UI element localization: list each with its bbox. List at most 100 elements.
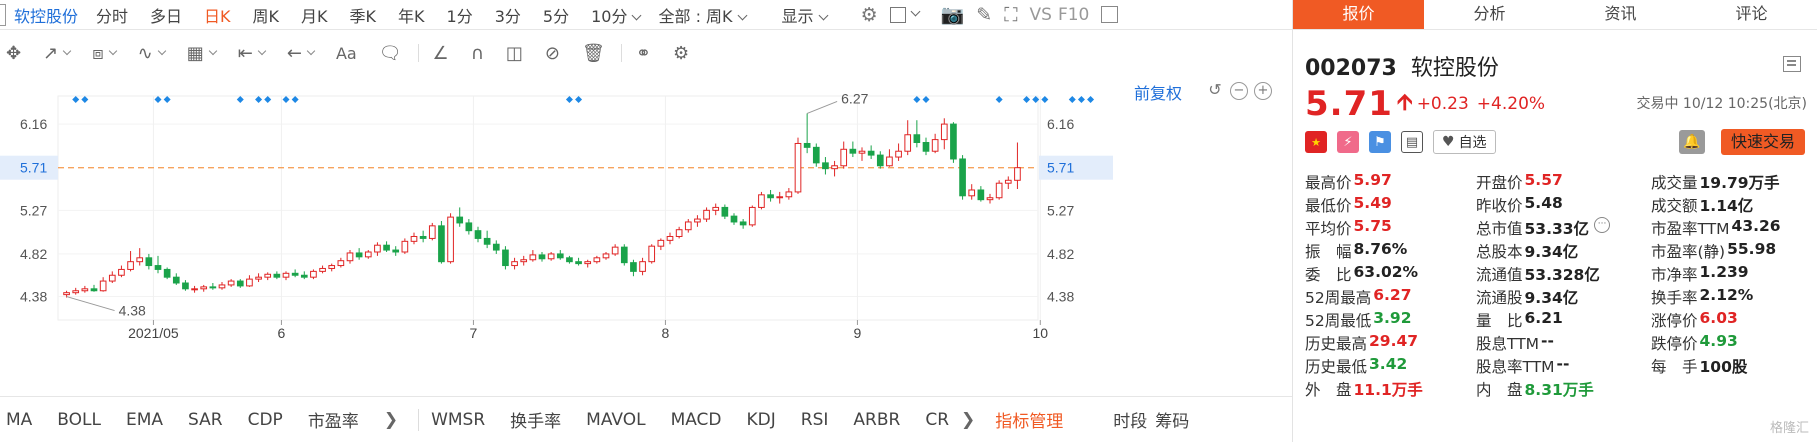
indicator-kdj[interactable]: KDJ — [747, 410, 776, 430]
indicator-boll[interactable]: BOLL — [57, 410, 101, 430]
high-label: 6.27 — [841, 90, 868, 106]
polyline-tool-icon[interactable]: ⧈ — [92, 43, 115, 64]
indicator-wmsr[interactable]: WMSR — [431, 410, 485, 430]
line-tool-icon[interactable]: ↗ — [43, 43, 70, 64]
candle-body — [794, 142, 802, 193]
chevron-right-icon[interactable]: ❯ — [384, 410, 398, 430]
candle-body — [639, 261, 646, 272]
settings-icon[interactable]: ⚙ — [861, 4, 878, 26]
fullscreen-icon[interactable]: ⛶ — [1004, 4, 1017, 26]
display-dropdown[interactable]: 显示 — [782, 3, 827, 27]
arrow-tool-icon[interactable]: ← — [287, 43, 314, 64]
stat-cell: 振 幅 8.76% — [1305, 240, 1476, 263]
f10-button[interactable]: F10 — [1058, 5, 1089, 25]
candle-body — [145, 257, 153, 267]
event-marker — [81, 96, 89, 103]
indicator-pe[interactable]: 市盈率 — [308, 407, 359, 432]
period-5min[interactable]: 5分 — [543, 3, 569, 27]
tab-quote[interactable]: 报价 — [1293, 0, 1424, 29]
tab-comments[interactable]: 评论 — [1686, 0, 1817, 29]
panel-tabs: 报价 分析 资讯 评论 — [1293, 0, 1817, 30]
period-3min[interactable]: 3分 — [495, 3, 521, 27]
period-10min-dropdown[interactable]: 10分 — [591, 3, 640, 27]
chip-distribution-button[interactable]: 筹码 — [1155, 407, 1189, 432]
candle-body — [758, 194, 765, 208]
bell-icon[interactable]: 🔔 — [1679, 130, 1705, 154]
stock-name-link[interactable]: 软控股份 — [14, 3, 78, 27]
indicator-rsi[interactable]: RSI — [801, 410, 829, 430]
period-1min[interactable]: 1分 — [447, 3, 473, 27]
period-weekly[interactable]: 周K — [253, 3, 280, 27]
candle-body — [584, 261, 592, 265]
date-tick-label: 8 — [662, 325, 670, 341]
angle-tool-icon[interactable]: ∠ — [433, 43, 449, 64]
stat-cell: 涨停价 6.03 — [1651, 309, 1810, 332]
tag-icon[interactable]: ⚑ — [1369, 131, 1391, 153]
indicator-arbr[interactable]: ARBR — [853, 410, 900, 430]
square-dropdown-icon[interactable] — [889, 6, 919, 23]
camera-icon[interactable]: 📷 — [941, 3, 965, 26]
range-tool-icon[interactable]: ⇤ — [238, 43, 265, 64]
candlestick-chart[interactable]: 6.16 6.16 5.27 5.27 4.82 4.82 4.38 4.38 2021/05 6… — [0, 74, 1292, 396]
indicator-sar[interactable]: SAR — [188, 410, 223, 430]
stat-row: 52周最低 3.92 量 比 6.21 涨停价 6.03 — [1305, 309, 1810, 332]
pen-icon[interactable]: ✎ — [976, 4, 992, 26]
indicator-cr[interactable]: CR — [925, 410, 949, 430]
period-yearly[interactable]: 年K — [398, 3, 425, 27]
comment-tool-icon[interactable]: 🗨 — [379, 43, 402, 64]
drawing-settings-icon[interactable]: ⚙ — [673, 43, 689, 64]
chevron-right-icon[interactable]: ❯ — [961, 410, 975, 430]
period-intraday[interactable]: 分时 — [96, 3, 128, 27]
text-tool-icon[interactable]: Aa — [336, 44, 357, 63]
stat-label: 流通值 — [1476, 266, 1523, 284]
hide-drawing-icon[interactable]: ⊘ — [545, 43, 560, 64]
notebook-icon[interactable]: ▤ — [1401, 131, 1423, 153]
stat-cell: 市盈率TTM 43.26 — [1651, 217, 1810, 240]
range-select[interactable]: 全部 : 周K — [658, 3, 745, 27]
stat-label: 流通股 — [1476, 289, 1523, 307]
indicator-turnover[interactable]: 换手率 — [510, 407, 561, 432]
quick-trade-button[interactable]: 快速交易 — [1721, 129, 1805, 155]
period-daily[interactable]: 日K — [204, 3, 231, 27]
vs-button[interactable]: VS — [1030, 5, 1052, 25]
collapse-panel-icon[interactable] — [1101, 6, 1119, 23]
stat-row: 振 幅 8.76% 总股本 9.34亿 市盈率(静) 55.98 — [1305, 240, 1810, 263]
candle-body — [739, 221, 747, 226]
move-icon[interactable]: ✥ — [6, 43, 21, 64]
high-pointer — [806, 100, 838, 114]
candle-body — [90, 288, 98, 292]
lock-drawing-icon[interactable]: ◫ — [506, 43, 523, 64]
magnet-icon[interactable]: ∩ — [471, 43, 484, 64]
event-marker — [236, 96, 244, 103]
time-period-button[interactable]: 时段 — [1113, 407, 1147, 432]
panel-edge — [0, 3, 6, 26]
indicator-ema[interactable]: EMA — [126, 410, 163, 430]
stat-cell: 股息率TTM -- — [1476, 355, 1651, 378]
link-icon[interactable]: ⚭ — [636, 43, 651, 64]
indicator-ma[interactable]: MA — [6, 410, 32, 430]
period-monthly[interactable]: 月K — [301, 3, 328, 27]
stat-value: 3.92 — [1373, 309, 1412, 327]
delete-icon[interactable]: 🗑 — [582, 43, 605, 64]
document-icon[interactable] — [1783, 56, 1801, 72]
more-icon[interactable]: ··· — [1594, 217, 1611, 233]
tab-news[interactable]: 资讯 — [1555, 0, 1686, 29]
china-flag-icon[interactable]: ★ — [1305, 131, 1327, 153]
candle-body — [858, 150, 866, 154]
indicator-mavol[interactable]: MAVOL — [586, 410, 645, 430]
indicator-cdp[interactable]: CDP — [248, 410, 283, 430]
lightning-icon[interactable]: ⚡ — [1337, 131, 1359, 153]
fibonacci-tool-icon[interactable]: ▦ — [187, 43, 216, 64]
candle-body — [438, 225, 445, 263]
candle-body — [264, 273, 272, 278]
candle-body — [657, 239, 665, 247]
period-quarterly[interactable]: 季K — [350, 3, 377, 27]
stat-label: 成交量 — [1651, 174, 1698, 192]
indicator-manage-button[interactable]: 指标管理 — [995, 407, 1063, 432]
stat-cell: 流通值 53.328亿 — [1476, 263, 1651, 286]
period-multi-day[interactable]: 多日 — [150, 3, 182, 27]
add-watchlist-button[interactable]: ♥ 自选 — [1433, 130, 1496, 154]
wave-tool-icon[interactable]: ∿ — [138, 43, 165, 64]
tab-analysis[interactable]: 分析 — [1424, 0, 1555, 29]
indicator-macd[interactable]: MACD — [671, 410, 722, 430]
